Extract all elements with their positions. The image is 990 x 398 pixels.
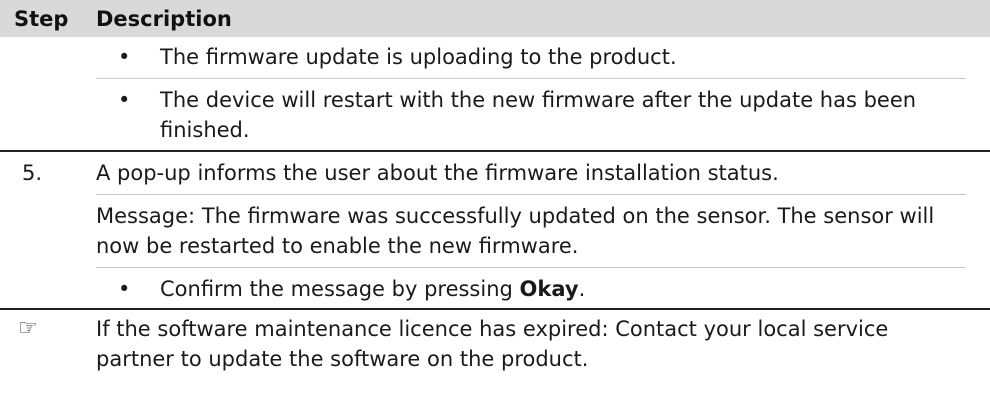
table-row: • The firmware update is uploading to th… [0,37,990,152]
bullet-dot: • [118,88,131,112]
list-item-text: The device will restart with the new fir… [160,88,917,142]
steps-table: Step Description • The firmware update i… [0,0,990,374]
bullet-dot: • [118,277,131,301]
table-row: 5. A pop-up informs the user about the f… [0,152,990,310]
description-cell: • The firmware update is uploading to th… [96,42,966,145]
list-item-text: Confirm the message by pressing Okay. [160,277,586,301]
list-item: • The device will restart with the new f… [96,85,966,145]
header-step: Step [14,6,69,31]
table-row: ☞ If the software maintenance licence ha… [0,310,990,374]
bullet-dot: • [118,45,131,69]
step-text: A pop-up informs the user about the firm… [96,161,779,185]
list-item-text: The firmware update is uploading to the … [160,45,677,69]
step-number: 5. [22,161,43,185]
table-header: Step Description [0,0,990,37]
list-item: • Confirm the message by pressing Okay. [96,274,966,304]
okay-keyword: Okay [519,277,579,301]
pointing-hand-icon: ☞ [18,316,38,341]
list-item: • The firmware update is uploading to th… [96,42,966,72]
note-text: If the software maintenance licence has … [96,317,889,371]
message-text: Message: The firmware was successfully u… [96,204,935,258]
header-description: Description [96,6,232,31]
step-cell [0,42,96,145]
description-cell: A pop-up informs the user about the firm… [96,158,966,304]
